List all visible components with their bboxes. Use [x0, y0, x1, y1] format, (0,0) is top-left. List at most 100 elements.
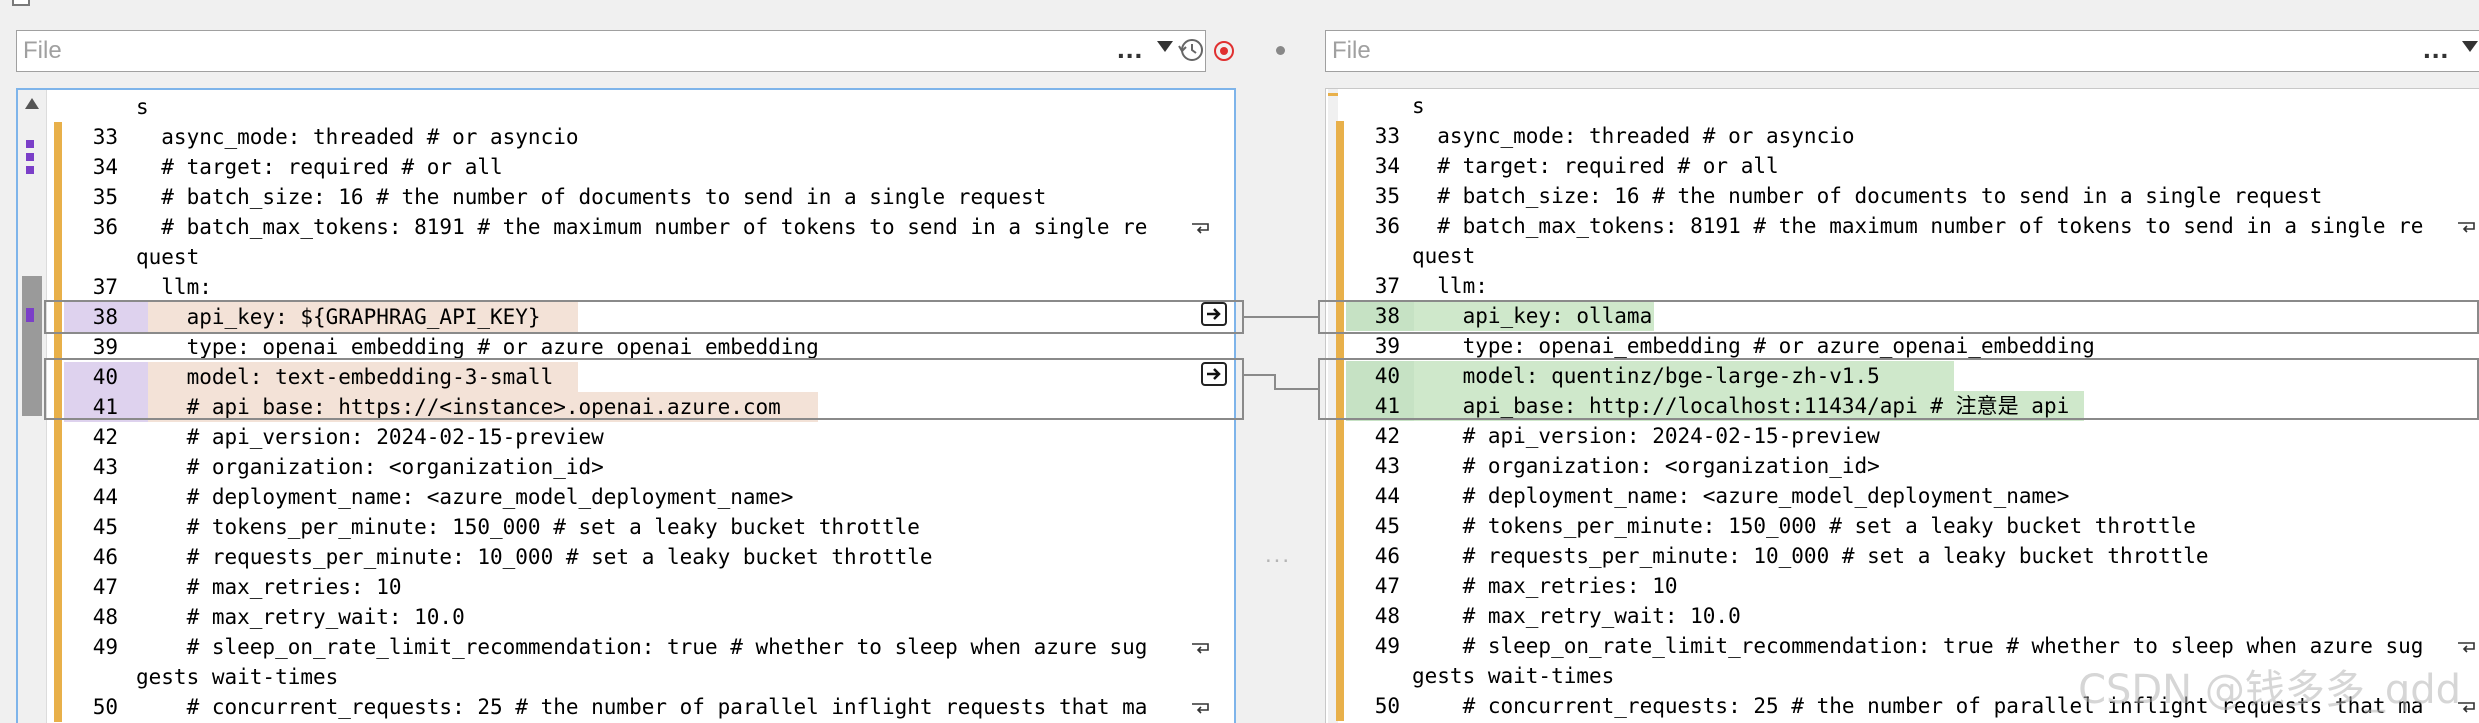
- wrap-arrow-icon: [1192, 223, 1209, 234]
- splitter-grip[interactable]: ...: [1265, 541, 1291, 569]
- change-bar: [54, 182, 62, 212]
- code-line[interactable]: 43 # organization: <organization_id>: [18, 452, 1234, 482]
- line-text: # batch_size: 16 # the number of documen…: [136, 185, 1047, 209]
- line-text: # max_retries: 10: [1412, 574, 1678, 598]
- code-line[interactable]: 36 # batch_max_tokens: 8191 # the maximu…: [1326, 211, 2479, 241]
- change-bar: [54, 632, 62, 662]
- change-bar: [54, 242, 62, 272]
- diff-connector: [1274, 374, 1276, 390]
- line-text: # api_version: 2024-02-15-preview: [1412, 424, 1880, 448]
- code-line[interactable]: 37 llm:: [18, 272, 1234, 302]
- code-line[interactable]: 42 # api_version: 2024-02-15-preview: [18, 422, 1234, 452]
- line-text: quest: [136, 245, 200, 269]
- code-line[interactable]: 44 # deployment_name: <azure_model_deplo…: [1326, 481, 2479, 511]
- line-number: 42: [92, 425, 118, 449]
- code-line[interactable]: 37 llm:: [1326, 271, 2479, 301]
- line-number: 44: [92, 485, 118, 509]
- code-line[interactable]: 46 # requests_per_minute: 10_000 # set a…: [1326, 541, 2479, 571]
- change-bar: [54, 152, 62, 182]
- change-bar: [1336, 451, 1344, 481]
- change-bar: [1336, 481, 1344, 511]
- change-bar: [1336, 121, 1344, 151]
- line-number: 34: [92, 155, 118, 179]
- wrap-arrow-icon: [2458, 642, 2475, 653]
- copy-to-right-button[interactable]: [1201, 362, 1227, 386]
- change-bar: [1336, 511, 1344, 541]
- change-bar: [54, 452, 62, 482]
- line-number: 46: [92, 545, 118, 569]
- line-number: 46: [1374, 544, 1400, 568]
- line-text: # organization: <organization_id>: [1412, 454, 1880, 478]
- copy-to-right-button[interactable]: [1201, 302, 1227, 326]
- line-text: llm:: [1412, 274, 1488, 298]
- right-browse-button[interactable]: ...: [2423, 33, 2449, 65]
- code-line[interactable]: 39 type: openai_embedding # or azure_ope…: [1326, 331, 2479, 361]
- line-text: llm:: [136, 275, 212, 299]
- left-browse-button[interactable]: ...: [1117, 33, 1143, 65]
- change-bar: [54, 512, 62, 542]
- left-dropdown-icon[interactable]: [1157, 41, 1173, 52]
- change-bar: [1336, 241, 1344, 271]
- change-bar: [1336, 421, 1344, 451]
- code-line[interactable]: 42 # api_version: 2024-02-15-preview: [1326, 421, 2479, 451]
- code-line[interactable]: 45 # tokens_per_minute: 150_000 # set a …: [1326, 511, 2479, 541]
- code-line[interactable]: 35 # batch_size: 16 # the number of docu…: [1326, 181, 2479, 211]
- left-diff-box: [44, 300, 1244, 334]
- change-bar: [54, 482, 62, 512]
- left-file-field[interactable]: File ...: [16, 30, 1206, 72]
- code-line[interactable]: 48 # max_retry_wait: 10.0: [18, 602, 1234, 632]
- code-line[interactable]: 36 # batch_max_tokens: 8191 # the maximu…: [18, 212, 1234, 242]
- change-bar: [1336, 331, 1344, 361]
- code-line[interactable]: 34 # target: required # or all: [18, 152, 1234, 182]
- line-number: 50: [92, 695, 118, 719]
- history-icon[interactable]: [1177, 36, 1205, 64]
- code-line[interactable]: 47 # max_retries: 10: [18, 572, 1234, 602]
- line-number: 42: [1374, 424, 1400, 448]
- code-line[interactable]: 35 # batch_size: 16 # the number of docu…: [18, 182, 1234, 212]
- code-line[interactable]: 50 # concurrent_requests: 25 # the numbe…: [18, 692, 1234, 722]
- code-line[interactable]: 34 # target: required # or all: [1326, 151, 2479, 181]
- top-checkbox[interactable]: [12, 0, 30, 6]
- watermark: CSDN @钱多多_qdd: [2078, 667, 2461, 713]
- change-bar: [1336, 271, 1344, 301]
- change-bar: [54, 602, 62, 632]
- line-number: 33: [1374, 124, 1400, 148]
- code-line[interactable]: 49 # sleep_on_rate_limit_recommendation:…: [18, 632, 1234, 662]
- code-line[interactable]: s: [1326, 91, 2479, 121]
- code-line[interactable]: 48 # max_retry_wait: 10.0: [1326, 601, 2479, 631]
- code-line[interactable]: quest: [18, 242, 1234, 272]
- line-text: # target: required # or all: [1412, 154, 1779, 178]
- line-number: 49: [1374, 634, 1400, 658]
- line-number: 35: [1374, 184, 1400, 208]
- line-number: 39: [1374, 334, 1400, 358]
- line-text: # organization: <organization_id>: [136, 455, 604, 479]
- stop-icon[interactable]: [1213, 40, 1235, 62]
- line-text: # batch_size: 16 # the number of documen…: [1412, 184, 2323, 208]
- code-line[interactable]: 45 # tokens_per_minute: 150_000 # set a …: [18, 512, 1234, 542]
- line-text: # max_retry_wait: 10.0: [136, 605, 465, 629]
- right-dropdown-icon[interactable]: [2462, 41, 2478, 52]
- code-line[interactable]: 33 async_mode: threaded # or asyncio: [1326, 121, 2479, 151]
- line-text: # tokens_per_minute: 150_000 # set a lea…: [1412, 514, 2196, 538]
- arrow-right-icon: [1207, 368, 1221, 380]
- code-line[interactable]: 46 # requests_per_minute: 10_000 # set a…: [18, 542, 1234, 572]
- code-line[interactable]: quest: [1326, 241, 2479, 271]
- code-line[interactable]: 33 async_mode: threaded # or asyncio: [18, 122, 1234, 152]
- code-line[interactable]: 43 # organization: <organization_id>: [1326, 451, 2479, 481]
- line-number: 34: [1374, 154, 1400, 178]
- right-file-field[interactable]: File ...: [1325, 30, 2479, 72]
- change-bar: [54, 422, 62, 452]
- change-bar: [54, 122, 62, 152]
- code-line[interactable]: gests wait-times: [18, 662, 1234, 692]
- line-number: 44: [1374, 484, 1400, 508]
- code-line[interactable]: s: [18, 92, 1234, 122]
- diff-connector: [1274, 388, 1318, 390]
- change-bar: [1336, 601, 1344, 631]
- code-line[interactable]: 47 # max_retries: 10: [1326, 571, 2479, 601]
- change-bar: [1336, 181, 1344, 211]
- line-text: s: [136, 95, 149, 119]
- right-diff-box: [1318, 300, 2479, 334]
- line-number: 50: [1374, 694, 1400, 718]
- code-line[interactable]: 44 # deployment_name: <azure_model_deplo…: [18, 482, 1234, 512]
- left-file-placeholder: File: [23, 37, 62, 64]
